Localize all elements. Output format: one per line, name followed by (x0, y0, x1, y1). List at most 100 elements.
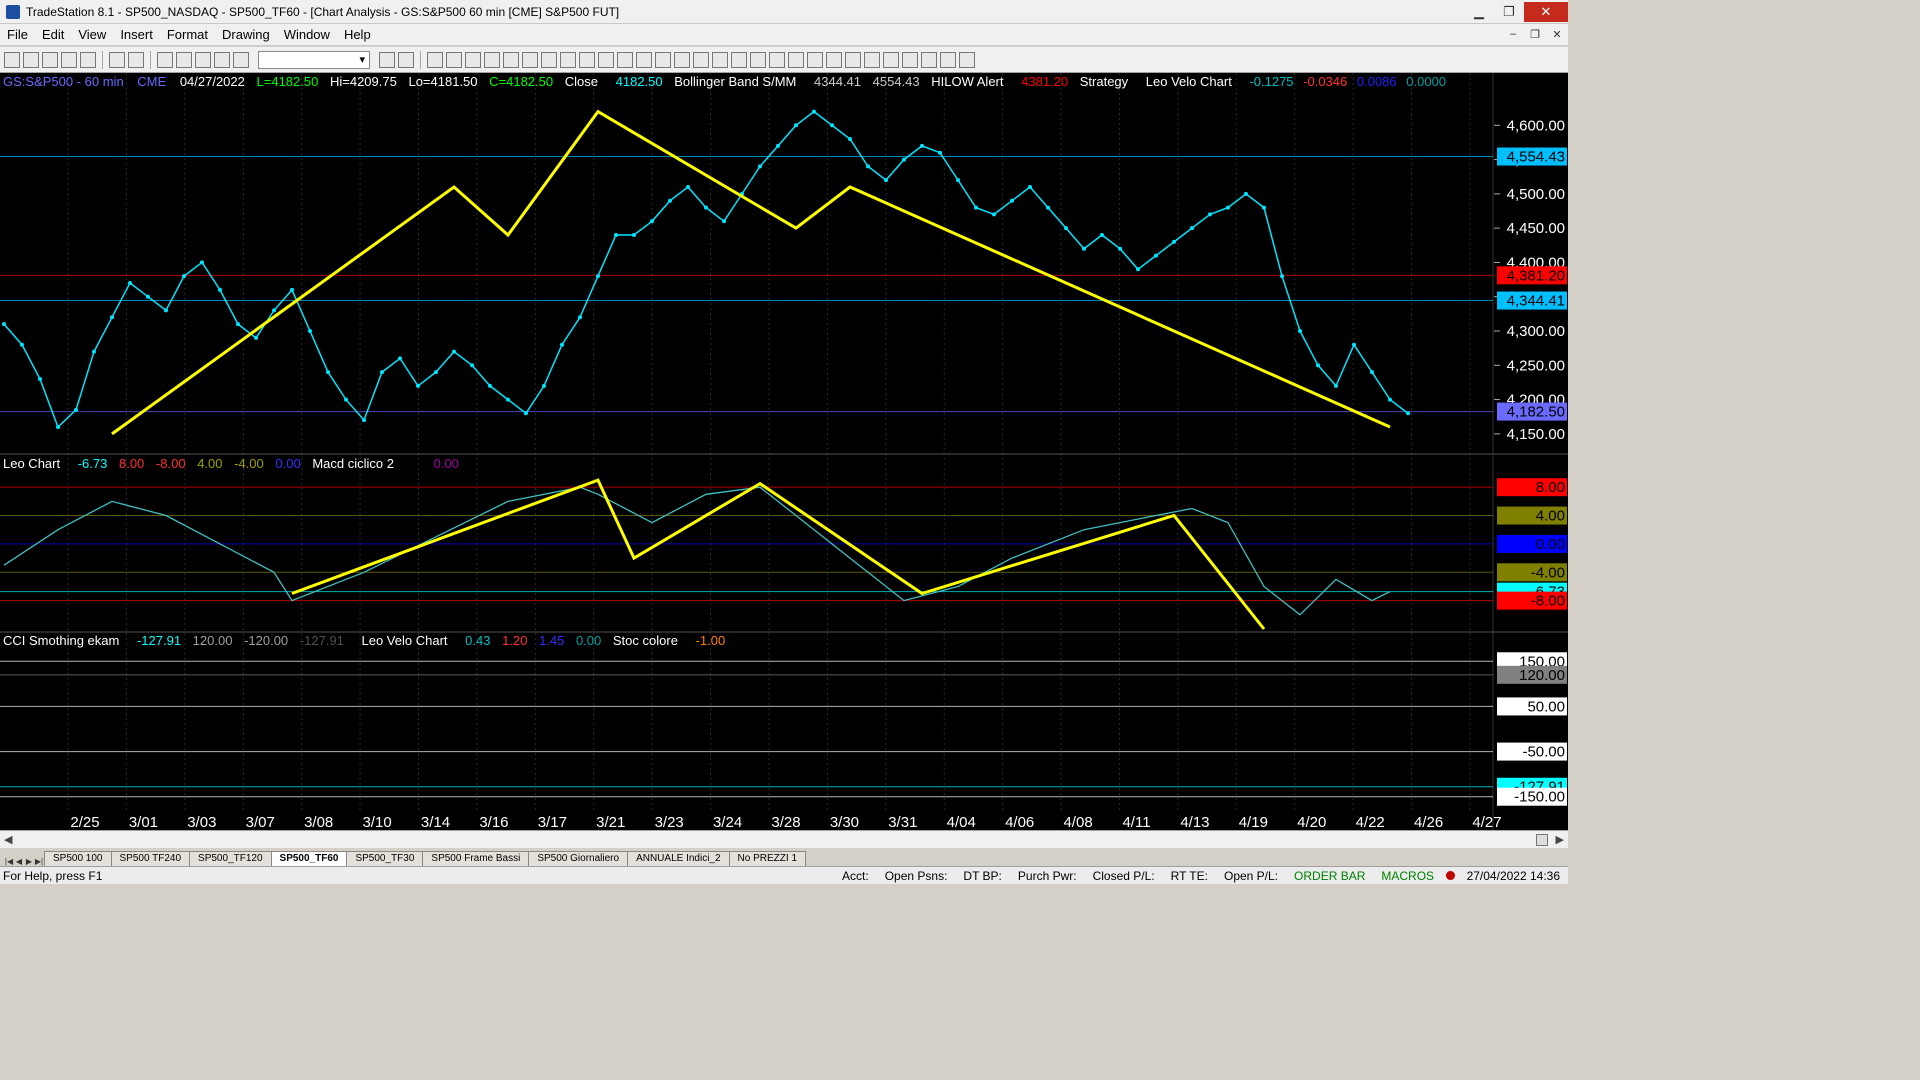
tools-icon[interactable] (750, 51, 766, 68)
price-point (362, 418, 366, 423)
print-preview-icon[interactable] (109, 51, 125, 68)
tab-prev-icon[interactable]: ◀ (14, 857, 24, 866)
format-symbol-icon[interactable] (427, 51, 443, 68)
data-window-icon[interactable] (769, 51, 785, 68)
scroll-left-icon[interactable] (636, 51, 652, 68)
chart-window[interactable]: 4,600.004,550.004,500.004,450.004,400.00… (0, 73, 1568, 830)
palette-icon[interactable] (233, 51, 249, 68)
scroll-right-arrow-icon[interactable]: ▶ (1556, 833, 1564, 846)
new-icon[interactable] (4, 51, 20, 68)
cursor-icon[interactable] (712, 51, 728, 68)
legend-velo-v4: 0.0000 (1406, 74, 1446, 89)
open-icon[interactable] (23, 51, 39, 68)
showme-icon[interactable] (484, 51, 500, 68)
price-point (1172, 239, 1176, 244)
insert-strategy-icon[interactable] (465, 51, 481, 68)
line-chart-icon[interactable] (617, 51, 633, 68)
scroll-left-arrow-icon[interactable]: ◀ (4, 833, 12, 846)
status-order-bar[interactable]: ORDER BAR (1286, 869, 1373, 883)
horizontal-scrollbar[interactable]: ◀ ▶ (0, 830, 1568, 848)
chart-style-icon[interactable] (560, 51, 576, 68)
price-point (1154, 253, 1158, 258)
status-purch-pwr: Purch Pwr: (1017, 868, 1077, 883)
tab-sp500-tf60[interactable]: SP500_TF60 (270, 851, 348, 866)
crosshair-icon[interactable] (731, 51, 747, 68)
tab-annuale-indici-2[interactable]: ANNUALE Indici_2 (627, 851, 730, 866)
price-point (488, 383, 492, 388)
status-macros[interactable]: MACROS (1373, 869, 1442, 883)
cci-value-4: -127.91 (300, 633, 344, 648)
price-point (1100, 233, 1104, 237)
price-point (1298, 329, 1302, 333)
price-point (344, 397, 348, 402)
menu-file[interactable]: File (0, 27, 35, 42)
tab-sp500-tf30[interactable]: SP500_TF30 (346, 851, 424, 866)
menu-drawing[interactable]: Drawing (215, 27, 277, 42)
regression-icon[interactable] (864, 51, 880, 68)
mdi-minimize-button[interactable]: – (1502, 28, 1524, 41)
arrow-up-icon[interactable] (883, 51, 899, 68)
legend-velo-v3: 0.0086 (1357, 74, 1397, 89)
menu-view[interactable]: View (71, 27, 113, 42)
tab-no-prezzi-1[interactable]: No PREZZI 1 (728, 851, 807, 866)
vertical-line-icon[interactable] (807, 51, 823, 68)
minimize-button[interactable]: ▁ (1464, 2, 1494, 22)
status-dt-bp: DT BP: (963, 868, 1002, 883)
cascade-icon[interactable] (157, 51, 173, 68)
save-icon[interactable] (42, 51, 58, 68)
tab-next-icon[interactable]: ▶ (24, 857, 34, 866)
zoom-out-icon[interactable] (693, 51, 709, 68)
mdi-close-button[interactable]: ✕ (1546, 28, 1568, 41)
menu-insert[interactable]: Insert (113, 27, 160, 42)
text-tool-icon[interactable] (959, 51, 975, 68)
price-marker-label: 4,182.50 (1507, 404, 1565, 421)
chart-canvas[interactable]: 4,600.004,550.004,500.004,450.004,400.00… (0, 73, 1568, 830)
tab-sp500-frame-bassi[interactable]: SP500 Frame Bassi (422, 851, 530, 866)
scroll-right-icon[interactable] (655, 51, 671, 68)
pencil-icon[interactable] (788, 51, 804, 68)
tile-icon[interactable] (176, 51, 192, 68)
menu-help[interactable]: Help (337, 27, 378, 42)
scroll-thumb[interactable] (1536, 834, 1548, 846)
leo-value-1: -6.73 (78, 456, 108, 471)
tab-sp500-tf240[interactable]: SP500 TF240 (110, 851, 191, 866)
ellipse-icon[interactable] (921, 51, 937, 68)
paintbar-icon[interactable] (503, 51, 519, 68)
candle-chart-icon[interactable] (598, 51, 614, 68)
menu-window[interactable]: Window (277, 27, 337, 42)
link-icon[interactable] (398, 51, 414, 68)
insert-indicator-icon[interactable] (446, 51, 462, 68)
price-point (650, 219, 654, 224)
window-icon[interactable] (195, 51, 211, 68)
price-point (632, 233, 636, 237)
horizontal-line-icon[interactable] (826, 51, 842, 68)
menu-format[interactable]: Format (160, 27, 215, 42)
close-workspace-icon[interactable] (80, 51, 96, 68)
bar-chart-icon[interactable] (579, 51, 595, 68)
save-all-icon[interactable] (61, 51, 77, 68)
menu-edit[interactable]: Edit (35, 27, 71, 42)
trendline-icon[interactable] (522, 51, 538, 68)
tab-sp500-100[interactable]: SP500 100 (44, 851, 112, 866)
fibonacci-icon[interactable] (541, 51, 557, 68)
symbol-dropdown[interactable] (258, 50, 370, 69)
zoom-in-icon[interactable] (674, 51, 690, 68)
restore-button[interactable]: ❐ (1494, 2, 1524, 22)
close-button[interactable]: ✕ (1524, 1, 1568, 22)
tab-last-icon[interactable]: ▶| (34, 857, 44, 866)
tab-first-icon[interactable]: |◀ (4, 857, 14, 866)
play-icon[interactable] (379, 51, 395, 68)
tab-sp500-tf120[interactable]: SP500_TF120 (189, 851, 272, 866)
leo-value-2: 8.00 (119, 456, 144, 471)
tab-sp500-giornaliero[interactable]: SP500 Giornaliero (528, 851, 629, 866)
channel-icon[interactable] (845, 51, 861, 68)
cci-pane (0, 660, 1493, 798)
arrow-down-icon[interactable] (902, 51, 918, 68)
lock-icon[interactable] (214, 51, 230, 68)
price-point (776, 143, 780, 148)
price-point (1280, 274, 1284, 279)
price-point (164, 308, 168, 313)
rectangle-icon[interactable] (940, 51, 956, 68)
mdi-restore-button[interactable]: ❐ (1524, 28, 1546, 41)
print-icon[interactable] (128, 51, 144, 68)
